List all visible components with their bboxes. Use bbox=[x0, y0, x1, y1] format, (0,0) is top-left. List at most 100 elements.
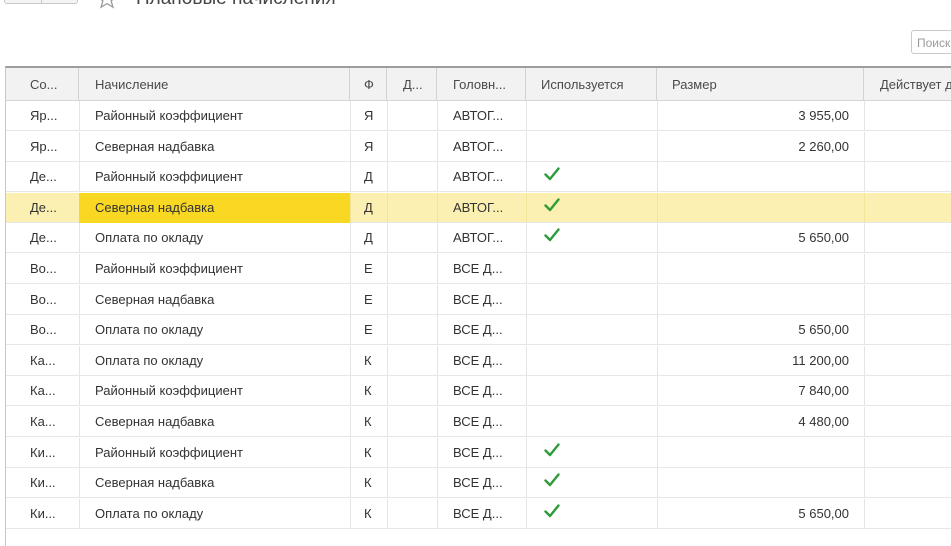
cell-organization[interactable]: ВСЕ Д... bbox=[437, 468, 526, 498]
check-icon[interactable] bbox=[544, 198, 560, 212]
cell-accrual[interactable]: Оплата по окладу bbox=[79, 315, 350, 345]
cell-accrual[interactable]: Районный коэффициент bbox=[79, 101, 350, 131]
cell-amount[interactable]: 2 260,00 bbox=[657, 132, 864, 162]
cell-amount[interactable]: 3 955,00 bbox=[657, 101, 864, 131]
cell-d[interactable] bbox=[387, 346, 437, 376]
cell-amount[interactable]: 7 840,00 bbox=[657, 376, 864, 406]
cell-employee[interactable]: Де... bbox=[6, 193, 79, 223]
search-input[interactable]: Поиск bbox=[911, 30, 951, 54]
cell-f[interactable]: К bbox=[350, 376, 387, 406]
cell-employee[interactable]: Во... bbox=[6, 254, 79, 284]
cell-d[interactable] bbox=[387, 162, 437, 192]
check-icon[interactable] bbox=[544, 228, 560, 242]
star-icon[interactable] bbox=[96, 0, 118, 10]
cell-employee[interactable]: Ка... bbox=[6, 346, 79, 376]
cell-organization[interactable]: ВСЕ Д... bbox=[437, 499, 526, 529]
cell-d[interactable] bbox=[387, 438, 437, 468]
cell-f[interactable]: Я bbox=[350, 101, 387, 131]
column-header-accrual[interactable]: Начисление bbox=[79, 68, 350, 100]
table-row[interactable]: Во... Северная надбавка Е ВСЕ Д... bbox=[6, 284, 951, 315]
table-row[interactable]: Во... Оплата по окладу Е ВСЕ Д... 5 650,00 bbox=[6, 315, 951, 346]
table-row[interactable]: Де... Районный коэффициент Д АВТОГ... bbox=[6, 162, 951, 193]
column-header-amount[interactable]: Размер bbox=[657, 68, 864, 100]
cell-organization[interactable]: ВСЕ Д... bbox=[437, 346, 526, 376]
cell-organization[interactable]: ВСЕ Д... bbox=[437, 407, 526, 437]
cell-d[interactable] bbox=[387, 132, 437, 162]
cell-amount[interactable] bbox=[657, 162, 864, 192]
cell-amount[interactable] bbox=[657, 254, 864, 284]
cell-organization[interactable]: АВТОГ... bbox=[437, 162, 526, 192]
cell-accrual[interactable]: Районный коэффициент bbox=[79, 376, 350, 406]
check-icon[interactable] bbox=[544, 504, 560, 518]
cell-employee[interactable]: Во... bbox=[6, 285, 79, 315]
cell-accrual[interactable]: Районный коэффициент bbox=[79, 254, 350, 284]
cell-f[interactable]: К bbox=[350, 407, 387, 437]
cell-amount[interactable]: 11 200,00 bbox=[657, 346, 864, 376]
cell-organization[interactable]: АВТОГ... bbox=[437, 223, 526, 253]
cell-d[interactable] bbox=[387, 468, 437, 498]
cell-employee[interactable]: Ка... bbox=[6, 407, 79, 437]
cell-amount[interactable] bbox=[657, 468, 864, 498]
cell-d[interactable] bbox=[387, 285, 437, 315]
column-header-organization[interactable]: Головн... bbox=[437, 68, 526, 100]
table-row[interactable]: Во... Районный коэффициент Е ВСЕ Д... bbox=[6, 254, 951, 284]
cell-d[interactable] bbox=[387, 376, 437, 406]
cell-d[interactable] bbox=[387, 254, 437, 284]
table-row[interactable]: Ки... Оплата по окладу К ВСЕ Д... 5 650,00 bbox=[6, 498, 951, 529]
cell-f[interactable]: К bbox=[350, 499, 387, 529]
cell-employee[interactable]: Во... bbox=[6, 315, 79, 345]
cell-f[interactable]: Я bbox=[350, 132, 387, 162]
cell-organization[interactable]: ВСЕ Д... bbox=[437, 315, 526, 345]
cell-f[interactable]: Е bbox=[350, 254, 387, 284]
cell-employee[interactable]: Ки... bbox=[6, 499, 79, 529]
cell-amount[interactable]: 4 480,00 bbox=[657, 407, 864, 437]
check-icon[interactable] bbox=[544, 167, 560, 181]
table-row[interactable]: Де... Оплата по окладу Д АВТОГ... 5 650,00 bbox=[6, 223, 951, 254]
cell-d[interactable] bbox=[387, 193, 437, 223]
cell-f[interactable]: К bbox=[350, 438, 387, 468]
cell-organization[interactable]: ВСЕ Д... bbox=[437, 285, 526, 315]
cell-amount[interactable]: 5 650,00 bbox=[657, 315, 864, 345]
cell-employee[interactable]: Де... bbox=[6, 162, 79, 192]
table-row[interactable]: Ка... Районный коэффициент К ВСЕ Д... 7 840,… bbox=[6, 376, 951, 407]
column-header-d[interactable]: Д... bbox=[387, 68, 437, 100]
cell-accrual[interactable]: Северная надбавка bbox=[79, 192, 350, 223]
cell-employee[interactable]: Де... bbox=[6, 223, 79, 253]
cell-accrual[interactable]: Северная надбавка bbox=[79, 468, 350, 498]
cell-employee[interactable]: Яр... bbox=[6, 101, 79, 131]
cell-amount[interactable] bbox=[657, 285, 864, 315]
table-row[interactable]: Ка... Оплата по окладу К ВСЕ Д... 11 200,00 bbox=[6, 345, 951, 376]
cell-d[interactable] bbox=[387, 407, 437, 437]
cell-organization[interactable]: АВТОГ... bbox=[437, 101, 526, 131]
cell-f[interactable]: Е bbox=[350, 285, 387, 315]
back-forward-buttons[interactable] bbox=[4, 0, 78, 4]
cell-f[interactable]: К bbox=[350, 468, 387, 498]
column-header-employee[interactable]: Со... bbox=[6, 68, 79, 100]
cell-organization[interactable]: ВСЕ Д... bbox=[437, 438, 526, 468]
cell-organization[interactable]: АВТОГ... bbox=[437, 132, 526, 162]
cell-organization[interactable]: АВТОГ... bbox=[437, 193, 526, 223]
cell-accrual[interactable]: Оплата по окладу bbox=[79, 223, 350, 253]
cell-organization[interactable]: ВСЕ Д... bbox=[437, 254, 526, 284]
cell-employee[interactable]: Ка... bbox=[6, 376, 79, 406]
cell-organization[interactable]: ВСЕ Д... bbox=[437, 376, 526, 406]
cell-accrual[interactable]: Северная надбавка bbox=[79, 132, 350, 162]
table-row[interactable]: Ки... Северная надбавка К ВСЕ Д... bbox=[6, 468, 951, 499]
cell-accrual[interactable]: Северная надбавка bbox=[79, 407, 350, 437]
cell-employee[interactable]: Ки... bbox=[6, 438, 79, 468]
cell-accrual[interactable]: Оплата по окладу bbox=[79, 346, 350, 376]
cell-accrual[interactable]: Районный коэффициент bbox=[79, 438, 350, 468]
cell-amount[interactable]: 5 650,00 bbox=[657, 223, 864, 253]
cell-accrual[interactable]: Оплата по окладу bbox=[79, 499, 350, 529]
cell-d[interactable] bbox=[387, 315, 437, 345]
cell-employee[interactable]: Яр... bbox=[6, 132, 79, 162]
cell-f[interactable]: К bbox=[350, 346, 387, 376]
cell-amount[interactable]: 5 650,00 bbox=[657, 499, 864, 529]
cell-amount[interactable] bbox=[657, 193, 864, 223]
column-header-used[interactable]: Используется bbox=[526, 68, 657, 100]
table-row[interactable]: Яр... Северная надбавка Я АВТОГ... 2 260,00 bbox=[6, 131, 951, 162]
cell-d[interactable] bbox=[387, 499, 437, 529]
table-row[interactable]: Ки... Районный коэффициент К ВСЕ Д... bbox=[6, 437, 951, 468]
table-row[interactable]: Де... Северная надбавка Д АВТОГ... bbox=[6, 192, 951, 223]
cell-f[interactable]: Д bbox=[350, 223, 387, 253]
